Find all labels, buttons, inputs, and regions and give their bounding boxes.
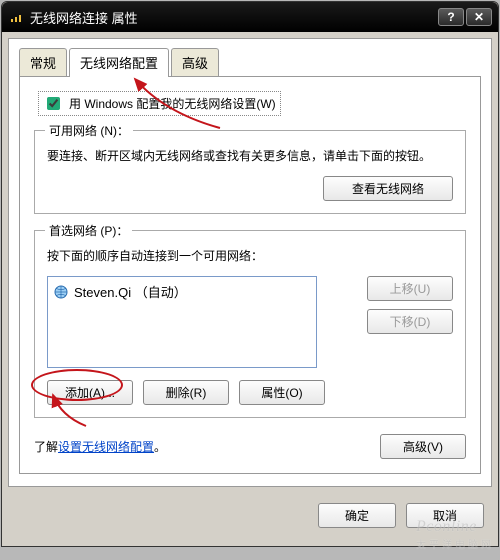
remove-button[interactable]: 删除(R)	[143, 380, 229, 405]
window-title: 无线网络连接 属性	[30, 8, 438, 27]
preferred-desc: 按下面的顺序自动连接到一个可用网络：	[47, 247, 453, 266]
help-button[interactable]: ?	[438, 8, 464, 26]
list-item[interactable]: Steven.Qi （自动）	[52, 281, 312, 302]
client-area: 常规 无线网络配置 高级 用 Windows 配置我的无线网络设置(W) 可用网…	[8, 38, 492, 487]
preferred-listbox[interactable]: Steven.Qi （自动）	[47, 276, 317, 368]
use-windows-config[interactable]: 用 Windows 配置我的无线网络设置(W)	[38, 91, 281, 116]
watermark-cn: 太平洋电脑网	[416, 536, 494, 551]
learn-row: 了解设置无线网络配置。 高级(V)	[34, 434, 466, 459]
ok-button[interactable]: 确定	[318, 503, 396, 528]
app-icon	[8, 9, 24, 25]
view-wireless-button[interactable]: 查看无线网络	[323, 176, 453, 201]
add-button[interactable]: 添加(A)...	[47, 380, 133, 405]
properties-window: 无线网络连接 属性 ? ✕ 常规 无线网络配置 高级 用 Windows 配置我…	[1, 1, 499, 547]
tab-advanced[interactable]: 高级	[171, 48, 219, 77]
tab-general[interactable]: 常规	[19, 48, 67, 77]
watermark-brand: Pconline	[416, 518, 477, 535]
advanced-button[interactable]: 高级(V)	[380, 434, 466, 459]
properties-button[interactable]: 属性(O)	[239, 380, 325, 405]
use-windows-config-label: 用 Windows 配置我的无线网络设置(W)	[69, 95, 276, 112]
learn-link[interactable]: 设置无线网络配置	[58, 440, 154, 454]
available-desc: 要连接、断开区域内无线网络或查找有关更多信息，请单击下面的按钮。	[47, 147, 453, 166]
preferred-networks-group: 首选网络 (P)： 按下面的顺序自动连接到一个可用网络： Steven.Qi （…	[34, 230, 466, 418]
learn-prefix: 了解	[34, 440, 58, 454]
tab-panel: 用 Windows 配置我的无线网络设置(W) 可用网络 (N)： 要连接、断开…	[19, 76, 481, 474]
learn-suffix: 。	[154, 440, 166, 454]
tab-strip: 常规 无线网络配置 高级	[19, 48, 481, 77]
available-group-title: 可用网络 (N)：	[45, 122, 133, 139]
use-windows-config-checkbox[interactable]	[47, 97, 60, 110]
network-icon	[54, 285, 68, 299]
available-networks-group: 可用网络 (N)： 要连接、断开区域内无线网络或查找有关更多信息，请单击下面的按…	[34, 130, 466, 214]
watermark: Pconline 太平洋电脑网	[416, 518, 494, 551]
close-button[interactable]: ✕	[466, 8, 492, 26]
list-item-label: Steven.Qi （自动）	[74, 282, 187, 301]
move-up-button[interactable]: 上移(U)	[367, 276, 453, 301]
titlebar: 无线网络连接 属性 ? ✕	[2, 2, 498, 32]
preferred-group-title: 首选网络 (P)：	[45, 222, 132, 239]
move-down-button[interactable]: 下移(D)	[367, 309, 453, 334]
tab-wireless[interactable]: 无线网络配置	[69, 48, 169, 77]
